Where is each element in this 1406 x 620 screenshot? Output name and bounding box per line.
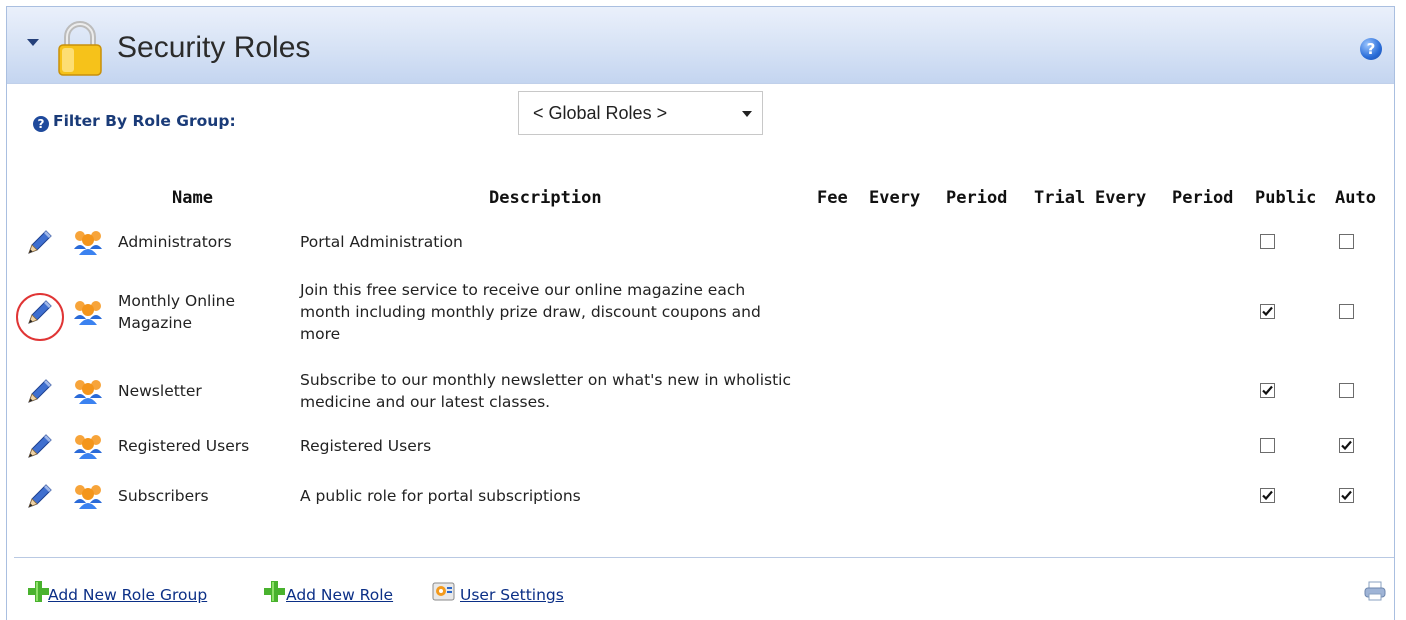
column-header-public: Public xyxy=(1255,188,1317,208)
add-role-link[interactable]: Add New Role xyxy=(286,586,393,604)
users-group-icon xyxy=(72,376,104,406)
footer-divider xyxy=(14,557,1394,558)
role-description: Subscribe to our monthly newsletter on w… xyxy=(300,371,792,411)
role-group-select-value: < Global Roles > xyxy=(533,103,668,123)
role-name: Newsletter xyxy=(118,382,202,400)
user-settings-icon[interactable] xyxy=(432,580,456,602)
role-description: Join this free service to receive our on… xyxy=(300,281,761,343)
users-group-icon xyxy=(72,481,104,511)
column-header-trial-every: Every xyxy=(1095,188,1147,208)
role-name: Monthly Online Magazine xyxy=(118,292,235,332)
auto-checkbox[interactable] xyxy=(1339,304,1354,319)
add-role-group-link[interactable]: Add New Role Group xyxy=(48,586,207,604)
padlock-icon xyxy=(58,21,102,76)
auto-checkbox[interactable] xyxy=(1339,383,1354,398)
role-name: Registered Users xyxy=(118,437,250,455)
column-header-auto: Auto xyxy=(1335,188,1376,208)
public-checkbox[interactable] xyxy=(1260,438,1275,453)
checkmark-icon xyxy=(1262,490,1273,501)
users-group-icon xyxy=(72,431,104,461)
role-description: Portal Administration xyxy=(300,233,463,251)
edit-pencil-icon[interactable] xyxy=(25,227,55,257)
column-header-every: Every xyxy=(869,188,921,208)
column-header-fee: Fee xyxy=(817,188,848,208)
print-icon[interactable] xyxy=(1364,580,1386,602)
edit-pencil-icon[interactable] xyxy=(25,481,55,511)
filter-label-text: Filter By Role Group: xyxy=(53,112,236,130)
public-checkbox[interactable] xyxy=(1260,304,1275,319)
checkmark-icon xyxy=(1262,385,1273,396)
collapse-triangle-icon[interactable] xyxy=(27,39,39,46)
add-role-plus-icon[interactable] xyxy=(263,580,285,602)
chevron-down-icon xyxy=(742,111,752,117)
users-group-icon xyxy=(72,227,104,257)
user-settings-link[interactable]: User Settings xyxy=(460,586,564,604)
user-settings-link-wrap: User Settings xyxy=(460,586,564,604)
role-group-select[interactable]: < Global Roles > xyxy=(518,91,763,135)
role-description: Registered Users xyxy=(300,437,432,455)
checkmark-icon xyxy=(1341,490,1352,501)
role-description: A public role for portal subscriptions xyxy=(300,487,581,505)
public-checkbox[interactable] xyxy=(1260,488,1275,503)
edit-pencil-icon[interactable] xyxy=(25,376,55,406)
page-title: Security Roles xyxy=(117,31,311,64)
panel-header: Security Roles ? xyxy=(7,7,1394,84)
add-role-group-plus-icon[interactable] xyxy=(27,580,49,602)
public-checkbox[interactable] xyxy=(1260,383,1275,398)
role-name: Subscribers xyxy=(118,487,209,505)
checkmark-icon xyxy=(1341,440,1352,451)
column-header-trial-period: Period xyxy=(1172,188,1234,208)
auto-checkbox[interactable] xyxy=(1339,488,1354,503)
question-icon[interactable]: ? xyxy=(33,116,49,132)
add-role-group-link-wrap: Add New Role Group xyxy=(48,586,207,604)
edit-pencil-icon[interactable] xyxy=(25,431,55,461)
add-role-link-wrap: Add New Role xyxy=(286,586,393,604)
role-name: Administrators xyxy=(118,233,232,251)
column-header-name: Name xyxy=(172,188,213,208)
public-checkbox[interactable] xyxy=(1260,234,1275,249)
column-header-trial: Trial xyxy=(1034,188,1086,208)
edit-pencil-icon[interactable] xyxy=(25,297,55,327)
auto-checkbox[interactable] xyxy=(1339,234,1354,249)
help-icon[interactable]: ? xyxy=(1360,38,1382,60)
column-header-description: Description xyxy=(489,188,602,208)
checkmark-icon xyxy=(1262,306,1273,317)
filter-label: ? Filter By Role Group: xyxy=(33,112,236,132)
column-header-period: Period xyxy=(946,188,1008,208)
auto-checkbox[interactable] xyxy=(1339,438,1354,453)
users-group-icon xyxy=(72,297,104,327)
